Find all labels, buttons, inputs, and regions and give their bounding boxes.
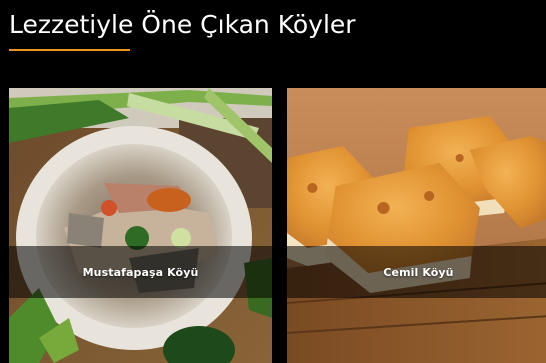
village-name-label: Cemil Köyü — [383, 265, 454, 279]
page: Lezzetiyle Öne Çıkan Köyler Mustafapaşa … — [0, 0, 546, 363]
village-card-mustafapasa[interactable]: Mustafapaşa Köyü — [9, 88, 272, 363]
village-name-label: Mustafapaşa Köyü — [82, 265, 199, 279]
card-overlay: Cemil Köyü — [287, 246, 546, 298]
section-title: Lezzetiyle Öne Çıkan Köyler — [9, 10, 356, 39]
card-overlay: Mustafapaşa Köyü — [9, 246, 272, 298]
soup-bowl-dish-photo — [9, 88, 272, 363]
baked-pastry-photo — [287, 88, 546, 363]
title-underline — [9, 49, 130, 51]
village-card-cemil[interactable]: Cemil Köyü — [287, 88, 546, 363]
